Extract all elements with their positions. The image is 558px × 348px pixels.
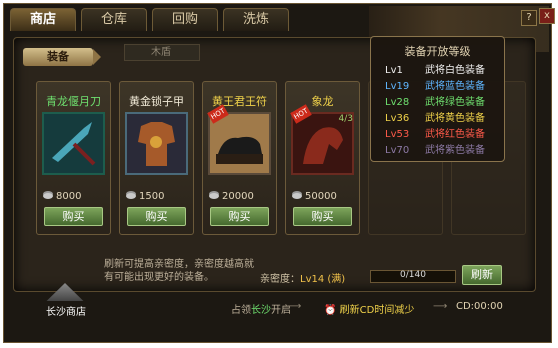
item-name: 象龙: [311, 95, 334, 108]
equipment-level-tooltip: 装备开放等级 Lv1 武将白色装备 Lv19 武将蓝色装备 Lv28 武将绿色装备 Lv36…: [370, 36, 505, 162]
item-name: 黄金锁子甲: [129, 95, 184, 108]
silver-coin-icon: [43, 193, 53, 199]
level-value: Lv1: [385, 65, 403, 76]
buy-button[interactable]: 购买: [44, 207, 103, 226]
item-image-tiger-tally-icon[interactable]: [208, 112, 271, 175]
equipment-grade: 武将蓝色装备: [425, 81, 485, 92]
item-price: 8000: [43, 191, 81, 202]
item-image-blade-icon[interactable]: [42, 112, 105, 175]
item-card-1: 青龙偃月刀 8000 购买: [36, 81, 111, 235]
item-card-3: 黄王君王符 HOT 20000 购买: [202, 81, 277, 235]
level-row: Lv1 武将白色装备: [385, 61, 495, 76]
help-button[interactable]: ?: [521, 10, 537, 26]
tooltip-title: 装备开放等级: [404, 45, 471, 58]
level-row: Lv28 武将绿色装备: [385, 93, 495, 108]
buy-button[interactable]: 购买: [293, 207, 352, 226]
item-image-armor-icon[interactable]: [125, 112, 188, 175]
close-button[interactable]: x: [539, 8, 555, 24]
level-value: Lv36: [385, 113, 410, 124]
affinity-status: 亲密度：Lv14 (满): [260, 270, 345, 285]
level-row: Lv19 武将蓝色装备: [385, 77, 495, 92]
item-card-2: 黄金锁子甲 1500 购买: [119, 81, 194, 235]
affinity-progress-bar: 0/140: [370, 270, 456, 283]
stock-count: 4/3: [338, 114, 353, 124]
level-value: Lv19: [385, 81, 410, 92]
changsha-shop-icon[interactable]: 长沙商店: [36, 283, 100, 323]
equipment-grade: 武将红色装备: [425, 129, 485, 140]
arrow-icon: ⟶: [287, 301, 302, 312]
level-row: Lv53 武将红色装备: [385, 125, 495, 140]
silver-coin-icon: [209, 193, 219, 199]
item-price: 50000: [292, 191, 337, 202]
refresh-button[interactable]: 刷新: [462, 265, 502, 285]
silver-coin-icon: [126, 193, 136, 199]
occupy-hint: 占领长沙开启: [231, 305, 291, 316]
level-row: Lv36 武将黄色装备: [385, 109, 495, 124]
tab-shop[interactable]: 商店: [10, 8, 76, 31]
equipment-grade: 武将白色装备: [425, 65, 485, 76]
level-value: Lv53: [385, 129, 410, 140]
level-row: Lv70 武将紫色装备: [385, 141, 495, 156]
item-name: 黄王君王符: [212, 95, 267, 108]
tab-bar: 商店 仓库 回购 洗炼: [10, 8, 294, 32]
silver-coin-icon: [292, 193, 302, 199]
refresh-hint: 刷新可提高亲密度，亲密度越高就有可能出现更好的装备。: [104, 259, 254, 283]
building-icon: [46, 283, 84, 301]
equipment-grade: 武将黄色装备: [425, 113, 485, 124]
affinity-label: 亲密度：: [260, 274, 300, 285]
tab-refine[interactable]: 洗炼: [223, 8, 289, 31]
arrow-icon-2: ⟶: [433, 301, 448, 312]
tab-warehouse[interactable]: 仓库: [81, 8, 147, 31]
affinity-value: Lv14 (满): [300, 274, 346, 285]
equipment-grade: 武将紫色装备: [425, 145, 485, 156]
buy-button[interactable]: 购买: [127, 207, 186, 226]
seal-label: 木盾: [124, 44, 200, 61]
buy-button[interactable]: 购买: [210, 207, 269, 226]
tab-buyback[interactable]: 回购: [152, 8, 218, 31]
equipment-grade: 武将绿色装备: [425, 97, 485, 108]
level-value: Lv28: [385, 97, 410, 108]
item-card-4: 象龙 HOT 4/3 50000 购买: [285, 81, 360, 235]
cd-reduce-text: ⏰ 刷新CD时间减少: [324, 305, 415, 316]
cd-timer: CD:00:00: [456, 301, 503, 312]
affinity-progress-text: 0/140: [400, 270, 426, 280]
item-price: 1500: [126, 191, 164, 202]
clock-icon: ⏰: [324, 305, 337, 316]
item-name: 青龙偃月刀: [46, 95, 101, 108]
level-value: Lv70: [385, 145, 410, 156]
item-price: 20000: [209, 191, 254, 202]
equipment-category-tag[interactable]: 装备: [23, 48, 101, 66]
shop-label: 长沙商店: [46, 307, 86, 318]
